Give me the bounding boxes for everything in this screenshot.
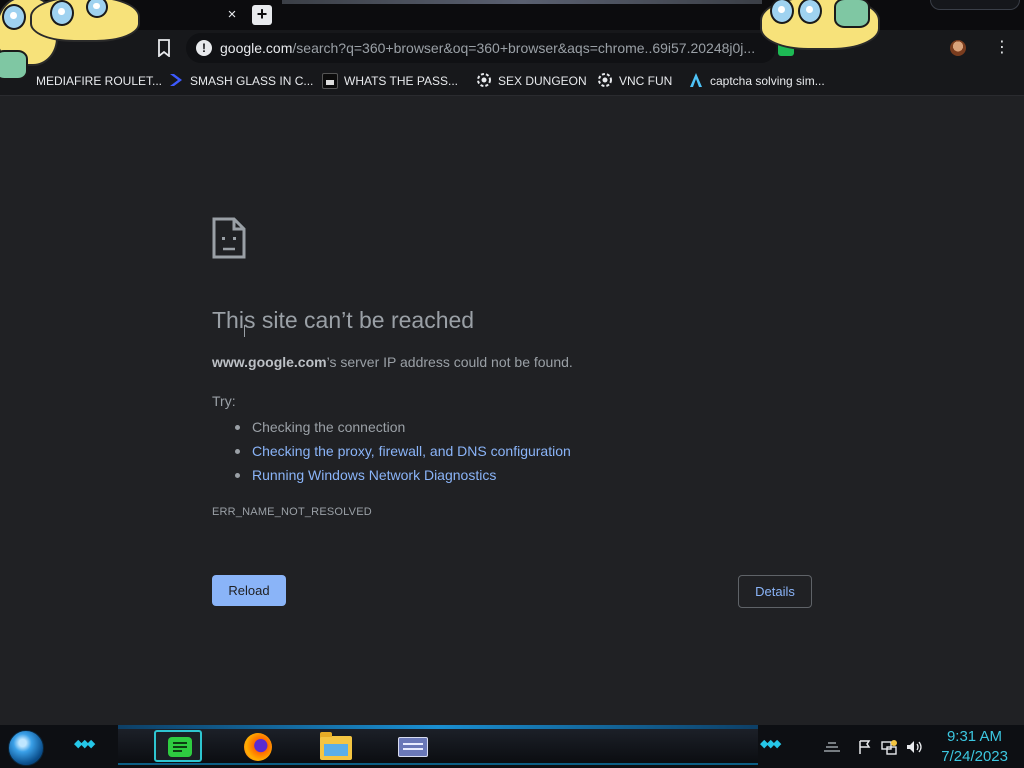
notes-app-icon: [168, 737, 192, 757]
bookmark-captcha-solving[interactable]: captcha solving sim...: [688, 72, 825, 90]
tab-strip-ridge: [282, 0, 762, 4]
taskbar-file-explorer[interactable]: [312, 730, 360, 762]
error-title: This site can’t be reached: [212, 307, 475, 333]
firefox-icon: [244, 733, 272, 761]
reload-button[interactable]: Reload: [212, 575, 286, 606]
taskbar-decoration-right: ◆◆◆: [760, 738, 781, 750]
bookmark-label: captcha solving sim...: [710, 74, 825, 88]
bookmark-this-page-icon[interactable]: [156, 39, 172, 58]
page-content: This site can’t be reached www.google.co…: [0, 97, 1024, 725]
text-cursor: [244, 325, 245, 337]
remote-desktop-icon: [398, 737, 428, 757]
taskbar-frame: [118, 729, 758, 765]
taskbar-decoration-left: ◆◆◆: [74, 738, 95, 750]
chevron-icon: [168, 72, 184, 88]
tab-close-button[interactable]: ×: [224, 6, 240, 24]
clock-date[interactable]: 7/24/2023: [934, 748, 1008, 765]
gear-icon: [597, 72, 613, 88]
caret-up-icon: [688, 72, 704, 88]
taskbar-remote-desktop[interactable]: [388, 730, 436, 762]
anime-sticker-right: [760, 0, 884, 54]
taskbar-firefox[interactable]: [234, 730, 282, 762]
bookmark-label: SMASH GLASS IN C...: [190, 74, 314, 88]
suggestion-network-diagnostics-link[interactable]: Running Windows Network Diagnostics: [232, 463, 571, 487]
address-bar[interactable]: ! google.com/search?q=360+browser&oq=360…: [186, 33, 776, 63]
url-host: google.com: [220, 40, 293, 56]
bookmark-label: VNC FUN: [619, 74, 673, 88]
window-controls[interactable]: [930, 0, 1020, 10]
terminal-icon: [322, 73, 338, 89]
details-button[interactable]: Details: [738, 575, 812, 608]
bookmark-sex-dungeon[interactable]: SEX DUNGEON: [476, 72, 587, 90]
url-path: /search?q=360+browser&oq=360+browser&aqs…: [292, 40, 756, 56]
suggestions-list: Checking the connection Checking the pro…: [232, 415, 571, 487]
clock-time[interactable]: 9:31 AM: [940, 728, 1002, 745]
action-center-flag-icon[interactable]: [857, 739, 873, 755]
bookmark-vnc-fun[interactable]: VNC FUN: [597, 72, 672, 90]
anime-sticker-left: [0, 0, 154, 92]
network-icon[interactable]: [881, 739, 897, 755]
browser-menu-icon[interactable]: ⋮: [994, 38, 1010, 58]
url-text[interactable]: google.com/search?q=360+browser&oq=360+b…: [220, 40, 765, 58]
bookmark-label: SEX DUNGEON: [498, 74, 587, 88]
error-host: www.google.com: [212, 354, 327, 370]
new-tab-button[interactable]: +: [252, 5, 272, 25]
profile-avatar[interactable]: [950, 40, 966, 56]
bookmark-whats-the-pass[interactable]: WHATS THE PASS...: [322, 72, 458, 90]
bookmark-smash-glass[interactable]: SMASH GLASS IN C...: [168, 72, 313, 90]
error-code: ERR_NAME_NOT_RESOLVED: [212, 506, 372, 518]
volume-icon[interactable]: [905, 739, 923, 755]
try-label: Try:: [212, 393, 236, 409]
start-button[interactable]: [8, 730, 44, 766]
taskbar: ◆◆◆ ◆◆◆ 9:31 AM 7/24/2023: [0, 725, 1024, 768]
gear-icon: [476, 72, 492, 88]
error-description-text: ’s server IP address could not be found.: [326, 354, 573, 370]
error-description: www.google.com’s server IP address could…: [212, 354, 573, 370]
site-info-icon[interactable]: !: [196, 40, 212, 56]
sad-document-icon: [212, 217, 246, 259]
bookmark-label: WHATS THE PASS...: [344, 74, 459, 88]
show-hidden-icons[interactable]: [822, 739, 842, 755]
file-explorer-icon: [320, 732, 352, 760]
suggestion-check-connection: Checking the connection: [232, 415, 571, 439]
suggestion-proxy-firewall-dns-link[interactable]: Checking the proxy, firewall, and DNS co…: [232, 439, 571, 463]
taskbar-notes-app[interactable]: [154, 730, 202, 762]
